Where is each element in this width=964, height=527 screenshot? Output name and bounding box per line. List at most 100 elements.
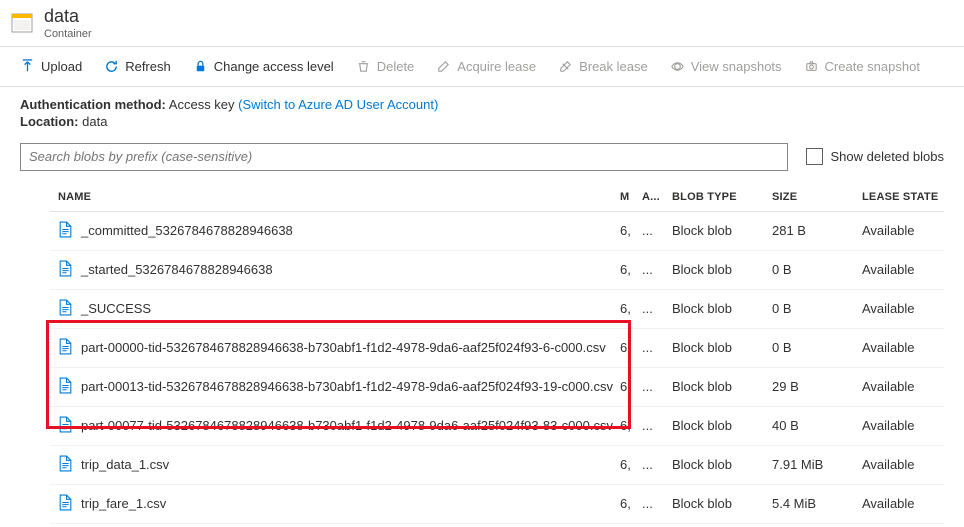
blob-size: 5.4 MiB [772, 496, 862, 511]
file-icon [58, 338, 73, 358]
blob-modified: 6, [620, 301, 642, 316]
auth-method-value: Access key [169, 97, 235, 112]
search-row: Show deleted blobs [0, 135, 964, 181]
blob-modified: 6, [620, 496, 642, 511]
blob-access: ... [642, 262, 672, 277]
blob-size: 29 B [772, 379, 862, 394]
file-icon [58, 377, 73, 397]
checkbox-icon [806, 148, 823, 165]
blob-modified: 6, [620, 340, 642, 355]
page-subtitle: Container [44, 28, 92, 40]
file-icon [58, 299, 73, 319]
blob-name: part-00000-tid-5326784678828946638-b730a… [81, 340, 606, 355]
file-icon [58, 221, 73, 241]
blob-access: ... [642, 223, 672, 238]
switch-auth-link[interactable]: (Switch to Azure AD User Account) [238, 97, 438, 112]
auth-method-label: Authentication method: [20, 97, 166, 112]
blob-lease: Available [862, 457, 952, 472]
blob-modified: 6, [620, 418, 642, 433]
blob-access: ... [642, 496, 672, 511]
blob-access: ... [642, 379, 672, 394]
blob-size: 40 B [772, 418, 862, 433]
table-row[interactable]: _started_5326784678828946638 6,...Block b… [50, 251, 944, 290]
refresh-label: Refresh [125, 59, 171, 74]
blob-size: 0 B [772, 340, 862, 355]
blob-size: 0 B [772, 301, 862, 316]
blob-size: 7.91 MiB [772, 457, 862, 472]
blob-modified: 6, [620, 457, 642, 472]
create-snapshot-button: Create snapshot [794, 55, 930, 78]
blob-name: part-00077-tid-5326784678828946638-b730a… [81, 418, 613, 433]
blob-name: trip_fare_1.csv [81, 496, 166, 511]
table-row[interactable]: trip_fare_1.csv6,...Block blob5.4 MiBAva… [50, 485, 944, 524]
blob-access: ... [642, 340, 672, 355]
table-row[interactable]: part-00000-tid-5326784678828946638-b730a… [50, 329, 944, 368]
acquire-lease-label: Acquire lease [457, 59, 536, 74]
blob-lease: Available [862, 301, 952, 316]
toolbar: Upload Refresh Change access level Delet… [0, 47, 964, 87]
col-name-header[interactable]: NAME [50, 191, 620, 203]
page-title: data [44, 6, 92, 28]
upload-button[interactable]: Upload [10, 55, 92, 78]
blob-type: Block blob [672, 262, 772, 277]
col-lease-header[interactable]: LEASE STATE [862, 191, 952, 203]
blob-type: Block blob [672, 457, 772, 472]
blob-type: Block blob [672, 223, 772, 238]
location-label: Location: [20, 114, 79, 129]
blob-name: _SUCCESS [81, 301, 151, 316]
container-icon [10, 11, 34, 35]
change-access-label: Change access level [214, 59, 334, 74]
break-lease-button: Break lease [548, 55, 658, 78]
create-snapshot-label: Create snapshot [825, 59, 920, 74]
blob-grid: NAME M A... BLOB TYPE SIZE LEASE STATE _… [0, 181, 964, 524]
blob-lease: Available [862, 379, 952, 394]
file-icon [58, 416, 73, 436]
blob-lease: Available [862, 418, 952, 433]
upload-label: Upload [41, 59, 82, 74]
search-input[interactable] [20, 143, 788, 171]
location-value: data [82, 114, 107, 129]
col-size-header[interactable]: SIZE [772, 191, 862, 203]
container-header: data Container [0, 0, 964, 47]
blob-type: Block blob [672, 418, 772, 433]
acquire-lease-button: Acquire lease [426, 55, 546, 78]
blob-size: 281 B [772, 223, 862, 238]
show-deleted-label: Show deleted blobs [831, 149, 944, 164]
blob-size: 0 B [772, 262, 862, 277]
table-row[interactable]: _SUCCESS6,...Block blob0 BAvailable [50, 290, 944, 329]
file-icon [58, 260, 73, 280]
blob-modified: 6, [620, 223, 642, 238]
table-row[interactable]: trip_data_1.csv6,...Block blob7.91 MiBAv… [50, 446, 944, 485]
change-access-button[interactable]: Change access level [183, 55, 344, 78]
table-row[interactable]: _committed_5326784678828946638 6,...Block… [50, 212, 944, 251]
blob-type: Block blob [672, 379, 772, 394]
blob-access: ... [642, 301, 672, 316]
refresh-button[interactable]: Refresh [94, 55, 181, 78]
blob-name: _started_5326784678828946638 [81, 262, 273, 277]
view-snapshots-label: View snapshots [691, 59, 782, 74]
blob-lease: Available [862, 262, 952, 277]
blob-name: _committed_5326784678828946638 [81, 223, 293, 238]
col-modified-header[interactable]: M [620, 191, 642, 203]
grid-body: _committed_53267846788289466386,...Block… [50, 212, 944, 524]
table-row[interactable]: part-00077-tid-5326784678828946638-b730a… [50, 407, 944, 446]
meta-section: Authentication method: Access key (Switc… [0, 87, 964, 135]
delete-button: Delete [346, 55, 425, 78]
delete-label: Delete [377, 59, 415, 74]
blob-type: Block blob [672, 340, 772, 355]
blob-name: trip_data_1.csv [81, 457, 169, 472]
table-row[interactable]: part-00013-tid-5326784678828946638-b730a… [50, 368, 944, 407]
blob-access: ... [642, 418, 672, 433]
file-icon [58, 494, 73, 514]
show-deleted-checkbox[interactable]: Show deleted blobs [806, 148, 944, 165]
blob-type: Block blob [672, 496, 772, 511]
blob-modified: 6, [620, 262, 642, 277]
col-blobtype-header[interactable]: BLOB TYPE [672, 191, 772, 203]
file-icon [58, 455, 73, 475]
view-snapshots-button: View snapshots [660, 55, 792, 78]
break-lease-label: Break lease [579, 59, 648, 74]
blob-name: part-00013-tid-5326784678828946638-b730a… [81, 379, 613, 394]
col-access-header[interactable]: A... [642, 191, 672, 203]
grid-header: NAME M A... BLOB TYPE SIZE LEASE STATE [50, 181, 944, 212]
blob-access: ... [642, 457, 672, 472]
